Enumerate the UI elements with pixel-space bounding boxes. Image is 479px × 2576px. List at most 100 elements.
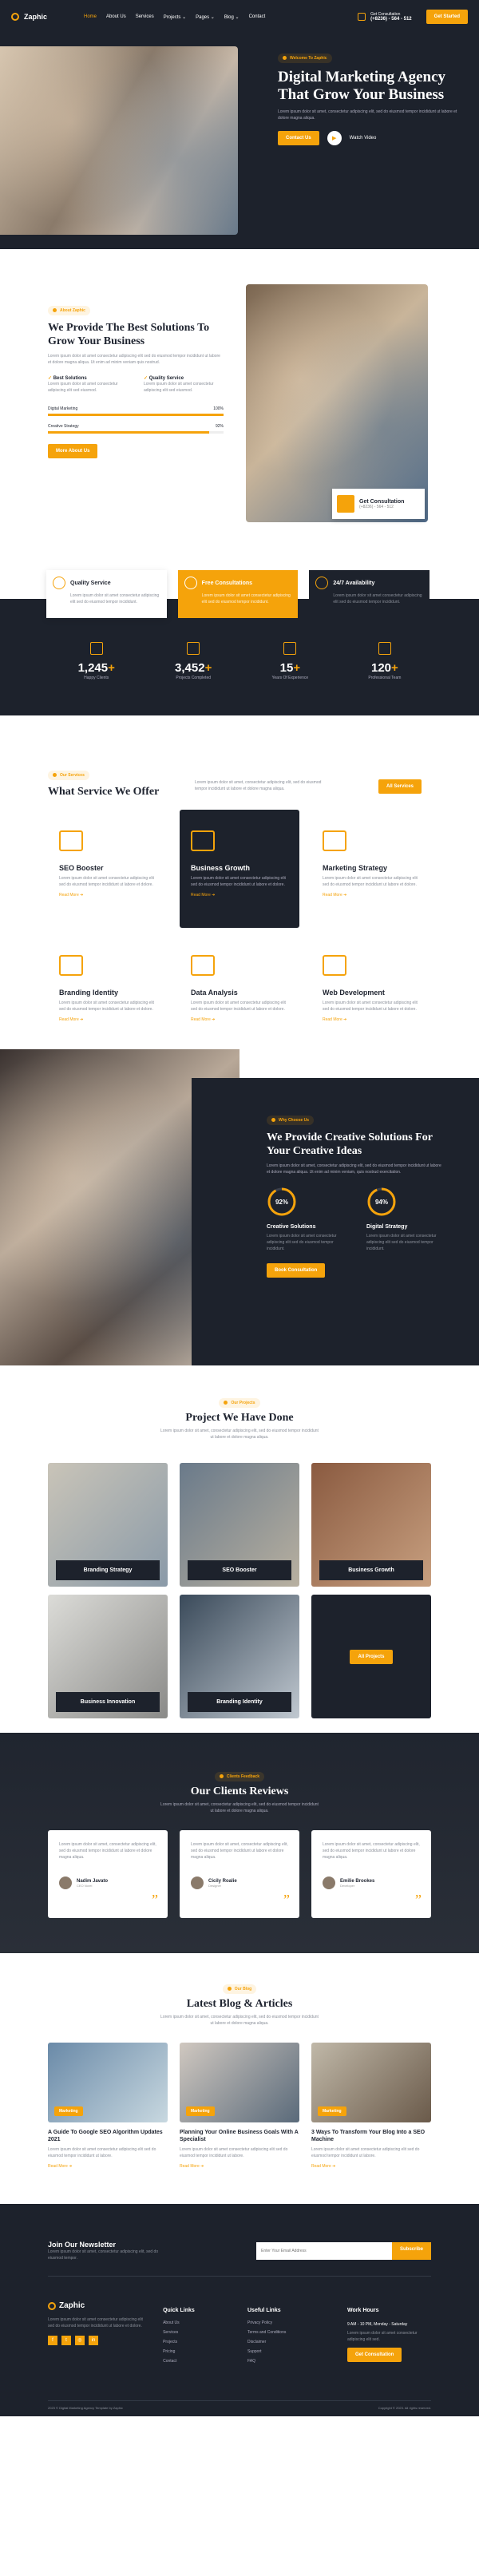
footer-about: Zaphic Lorem ipsum dolor sit amet consec… [48,2301,147,2368]
contact-us-button[interactable]: Contact Us [278,131,319,145]
instagram-icon[interactable]: ◎ [75,2336,85,2345]
project-card[interactable]: Branding Identity [180,1595,299,1718]
all-services-button[interactable]: All Services [378,779,422,794]
footer-consult-button[interactable]: Get Consultation [347,2348,402,2362]
footer-link[interactable]: Services [163,2330,232,2335]
twitter-icon[interactable]: t [61,2336,71,2345]
stat-number: 15 [279,661,294,675]
logo-icon[interactable] [11,13,19,21]
consult-phone[interactable]: (+8236) - 564 - 512 [359,505,404,509]
footer-link[interactable]: About Us [163,2320,232,2325]
service-icon [323,830,346,851]
services-title: What Service We Offer [48,786,160,798]
footer-link[interactable]: Support [247,2349,331,2354]
play-icon[interactable]: ▶ [327,131,342,145]
logo-icon [48,2301,56,2310]
read-more-link[interactable]: Read More ➜ [180,2164,299,2169]
blog-title[interactable]: Planning Your Online Business Goals With… [180,2129,299,2143]
about-text: Lorem ipsum dolor sit amet consectetur a… [48,354,220,365]
bar-value: 100% [213,406,224,411]
feature-quality-service: ✓ Quality Service Lorem ipsum dolor sit … [144,375,224,394]
service-icon [323,955,346,976]
hero-image [0,46,238,235]
blog-title[interactable]: 3 Ways To Transform Your Blog Into a SEO… [311,2129,431,2143]
blog-text: Lorem ipsum dolor sit amet, consectetur … [160,2015,319,2026]
blog-card[interactable]: Marketing A Guide To Google SEO Algorith… [48,2043,168,2169]
email-input[interactable] [255,2242,392,2260]
read-more-link[interactable]: Read More ➜ [323,1017,420,1022]
subscribe-button[interactable]: Subscribe [391,2242,431,2260]
consult-phone[interactable]: (+8236) - 564 - 512 [370,17,412,22]
blog-image: Marketing [180,2043,299,2122]
stat-label: Professional Team [368,676,402,680]
book-consultation-button[interactable]: Book Consultation [267,1263,326,1278]
stats-section: Quality Service Lorem ipsum dolor sit am… [0,570,479,715]
watch-video-link[interactable]: Watch Video [350,136,377,141]
progress-bar [48,431,210,434]
nav-pages[interactable]: Pages ⌄ [196,14,215,20]
stat-icon [187,642,200,655]
footer-useful-links: Useful Links Privacy Policy Terms and Cond… [247,2301,331,2368]
project-card[interactable]: Business Innovation [48,1595,168,1718]
footer-link[interactable]: Pricing [163,2349,232,2354]
service-text: Lorem ipsum dolor sit amet consectetur a… [59,1001,154,1012]
bar-value: 92% [215,424,224,429]
stat-number: 1,245 [77,661,109,675]
read-more-link[interactable]: Read More ➜ [48,2164,168,2169]
consult-icon [184,577,197,589]
service-card[interactable]: Data Analysis Lorem ipsum dolor sit amet… [180,934,299,1052]
project-title: Business Growth [319,1560,423,1580]
review-text: Lorem ipsum dolor sit amet, consectetur … [191,1842,288,1860]
project-card[interactable]: SEO Booster [180,1463,299,1587]
footer-link[interactable]: Privacy Policy [247,2320,331,2325]
blog-title[interactable]: A Guide To Google SEO Algorithm Updates … [48,2129,168,2143]
nav-blog[interactable]: Blog ⌄ [224,14,240,20]
nav-services[interactable]: Services [136,14,154,20]
read-more-link[interactable]: Read More ➜ [311,2164,431,2169]
footer-link[interactable]: Disclaimer [247,2340,331,2344]
footer-link[interactable]: FAQ [247,2359,331,2364]
nav-about[interactable]: About Us [106,14,126,20]
get-started-button[interactable]: Get Started [426,10,468,24]
all-projects-button[interactable]: All Projects [350,1649,393,1664]
project-card[interactable]: Branding Strategy [48,1463,168,1587]
svg-text:94%: 94% [375,1199,388,1206]
nav-home[interactable]: Home [84,14,97,20]
read-more-link[interactable]: Read More ➜ [59,893,156,898]
quote-icon: ” [415,1892,422,1908]
facebook-icon[interactable]: f [48,2336,57,2345]
read-more-link[interactable]: Read More ➜ [191,1017,288,1022]
reviewer-role: Developer [340,1883,355,1888]
blog-card[interactable]: Marketing 3 Ways To Transform Your Blog … [311,2043,431,2169]
review-card: Lorem ipsum dolor sit amet, consectetur … [311,1830,431,1918]
why-title: We Provide Creative Solutions For Your C… [267,1131,433,1157]
read-more-link[interactable]: Read More ➜ [191,893,288,898]
footer-link[interactable]: Terms and Conditions [247,2330,331,2335]
clock-icon [315,577,329,589]
read-more-link[interactable]: Read More ➜ [323,893,420,898]
more-about-button[interactable]: More About Us [48,444,98,458]
avatar [59,1877,72,1889]
footer-link[interactable]: Projects [163,2340,232,2344]
brand-name[interactable]: Zaphic [24,13,47,21]
nav-projects[interactable]: Projects ⌄ [164,14,186,20]
blog-title: Latest Blog & Articles [186,1998,293,2010]
reviews-text: Lorem ipsum dolor sit amet, consectetur … [160,1802,319,1813]
stat-suffix: + [391,661,398,675]
service-card[interactable]: SEO Booster Lorem ipsum dolor sit amet c… [48,810,168,928]
service-card[interactable]: Web Development Lorem ipsum dolor sit am… [311,934,431,1052]
project-card[interactable]: Business Growth [311,1463,431,1587]
service-card[interactable]: Branding Identity Lorem ipsum dolor sit … [48,934,168,1052]
blog-card[interactable]: Marketing Planning Your Online Business … [180,2043,299,2169]
service-card[interactable]: Marketing Strategy Lorem ipsum dolor sit… [311,810,431,928]
nav-contact[interactable]: Contact [249,14,266,20]
service-card[interactable]: Business Growth Lorem ipsum dolor sit am… [180,810,299,928]
stat-label: Years Of Experience [271,676,309,680]
read-more-link[interactable]: Read More ➜ [59,1017,156,1022]
consult-title: Get Consultation [359,498,405,505]
progress-bar [48,414,224,416]
linkedin-icon[interactable]: in [89,2336,98,2345]
footer-link[interactable]: Contact [163,2359,232,2364]
stat-item: 15+ Years Of Experience [271,642,309,681]
stat-item: 3,452+ Projects Completed [175,642,212,681]
